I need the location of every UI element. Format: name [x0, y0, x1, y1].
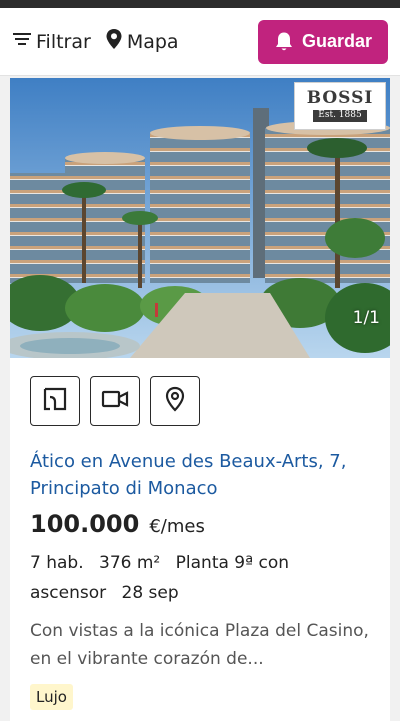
detail-area: 376 m²	[99, 553, 161, 573]
price-row: 100.000 €/mes	[30, 510, 205, 538]
listing-photo[interactable]: BOSSI Est. 1885 1/1	[10, 78, 390, 358]
map-button[interactable]: Mapa	[105, 28, 179, 55]
photo-counter: 1/1	[352, 308, 380, 328]
save-search-button[interactable]: Guardar	[258, 19, 388, 64]
detail-rooms: 7 hab.	[30, 553, 84, 573]
video-button[interactable]	[90, 376, 140, 426]
agency-logo: BOSSI Est. 1885	[294, 82, 386, 130]
filter-button[interactable]: Filtrar	[12, 29, 91, 54]
listing-card[interactable]: BOSSI Est. 1885 1/1 Ático en Avenue des …	[10, 78, 390, 721]
video-icon	[101, 388, 129, 414]
filter-icon	[12, 29, 32, 54]
listing-details: 7 hab. 376 m² Planta 9ª con ascensor 28 …	[30, 548, 380, 608]
listing-actions	[30, 376, 200, 426]
floorplan-icon	[42, 386, 68, 416]
listing-title[interactable]: Ático en Avenue des Beaux-Arts, 7, Princ…	[30, 448, 380, 502]
agency-logo-name: BOSSI	[306, 88, 374, 109]
status-bar	[0, 0, 400, 8]
agency-logo-established: Est. 1885	[313, 110, 367, 122]
floorplan-button[interactable]	[30, 376, 80, 426]
bell-icon	[274, 31, 294, 53]
listing-price: 100.000	[30, 510, 140, 538]
luxury-badge: Lujo	[30, 684, 73, 710]
detail-date: 28 sep	[121, 583, 179, 603]
price-unit: €/mes	[149, 516, 205, 537]
filter-label: Filtrar	[36, 30, 91, 53]
top-toolbar: Filtrar Mapa Guardar	[0, 8, 400, 76]
location-button[interactable]	[150, 376, 200, 426]
map-pin-icon	[105, 28, 123, 55]
location-pin-icon	[164, 386, 186, 416]
listing-description: Con vistas a la icónica Plaza del Casino…	[30, 621, 369, 669]
save-label: Guardar	[301, 31, 373, 51]
map-label: Mapa	[126, 30, 179, 53]
